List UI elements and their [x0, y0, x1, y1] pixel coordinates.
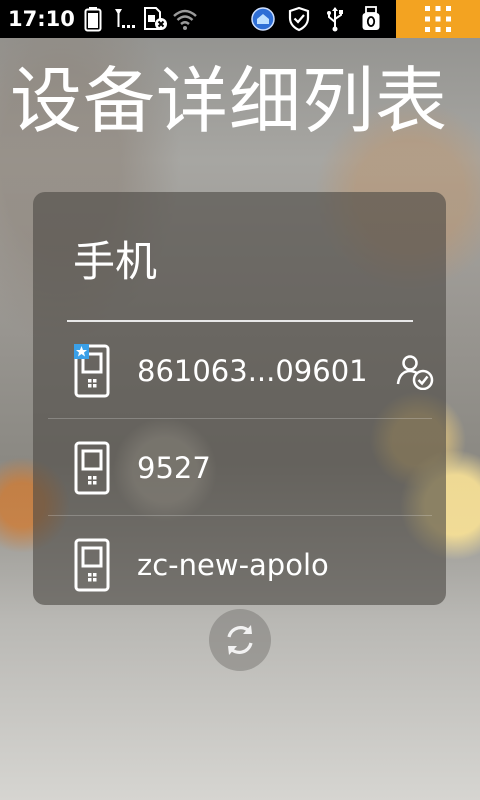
phone-icon	[74, 343, 110, 398]
device-name: 861063...09601	[137, 353, 368, 388]
status-time: 17:10	[8, 7, 75, 31]
phone-icon	[74, 538, 110, 592]
signal-icon	[112, 6, 138, 32]
usb-storage-icon	[358, 6, 384, 32]
device-row[interactable]: 861063...09601	[48, 322, 434, 419]
section-title: 手机	[73, 237, 158, 286]
device-name: zc-new-apolo	[137, 547, 329, 582]
overflow-menu-button[interactable]	[396, 0, 480, 38]
device-row[interactable]: zc-new-apolo	[48, 515, 432, 605]
sim-error-icon	[142, 6, 168, 32]
battery-icon	[80, 6, 106, 32]
user-verified-icon	[396, 354, 434, 391]
grid-dots-icon	[425, 6, 451, 32]
phone-icon	[74, 441, 110, 495]
page-title: 设备详细列表	[10, 59, 449, 143]
device-row[interactable]: 9527	[48, 418, 432, 516]
status-bar: 17:10	[0, 0, 480, 38]
wifi-icon	[172, 6, 198, 32]
refresh-icon	[227, 625, 253, 655]
device-name: 9527	[137, 450, 211, 485]
device-list-card: 手机 861063...09601 9527 zc-new-apolo	[33, 192, 446, 605]
app-notification-icon	[250, 6, 276, 32]
usb-icon	[322, 6, 348, 32]
shield-icon	[286, 6, 312, 32]
refresh-button[interactable]	[209, 609, 271, 671]
